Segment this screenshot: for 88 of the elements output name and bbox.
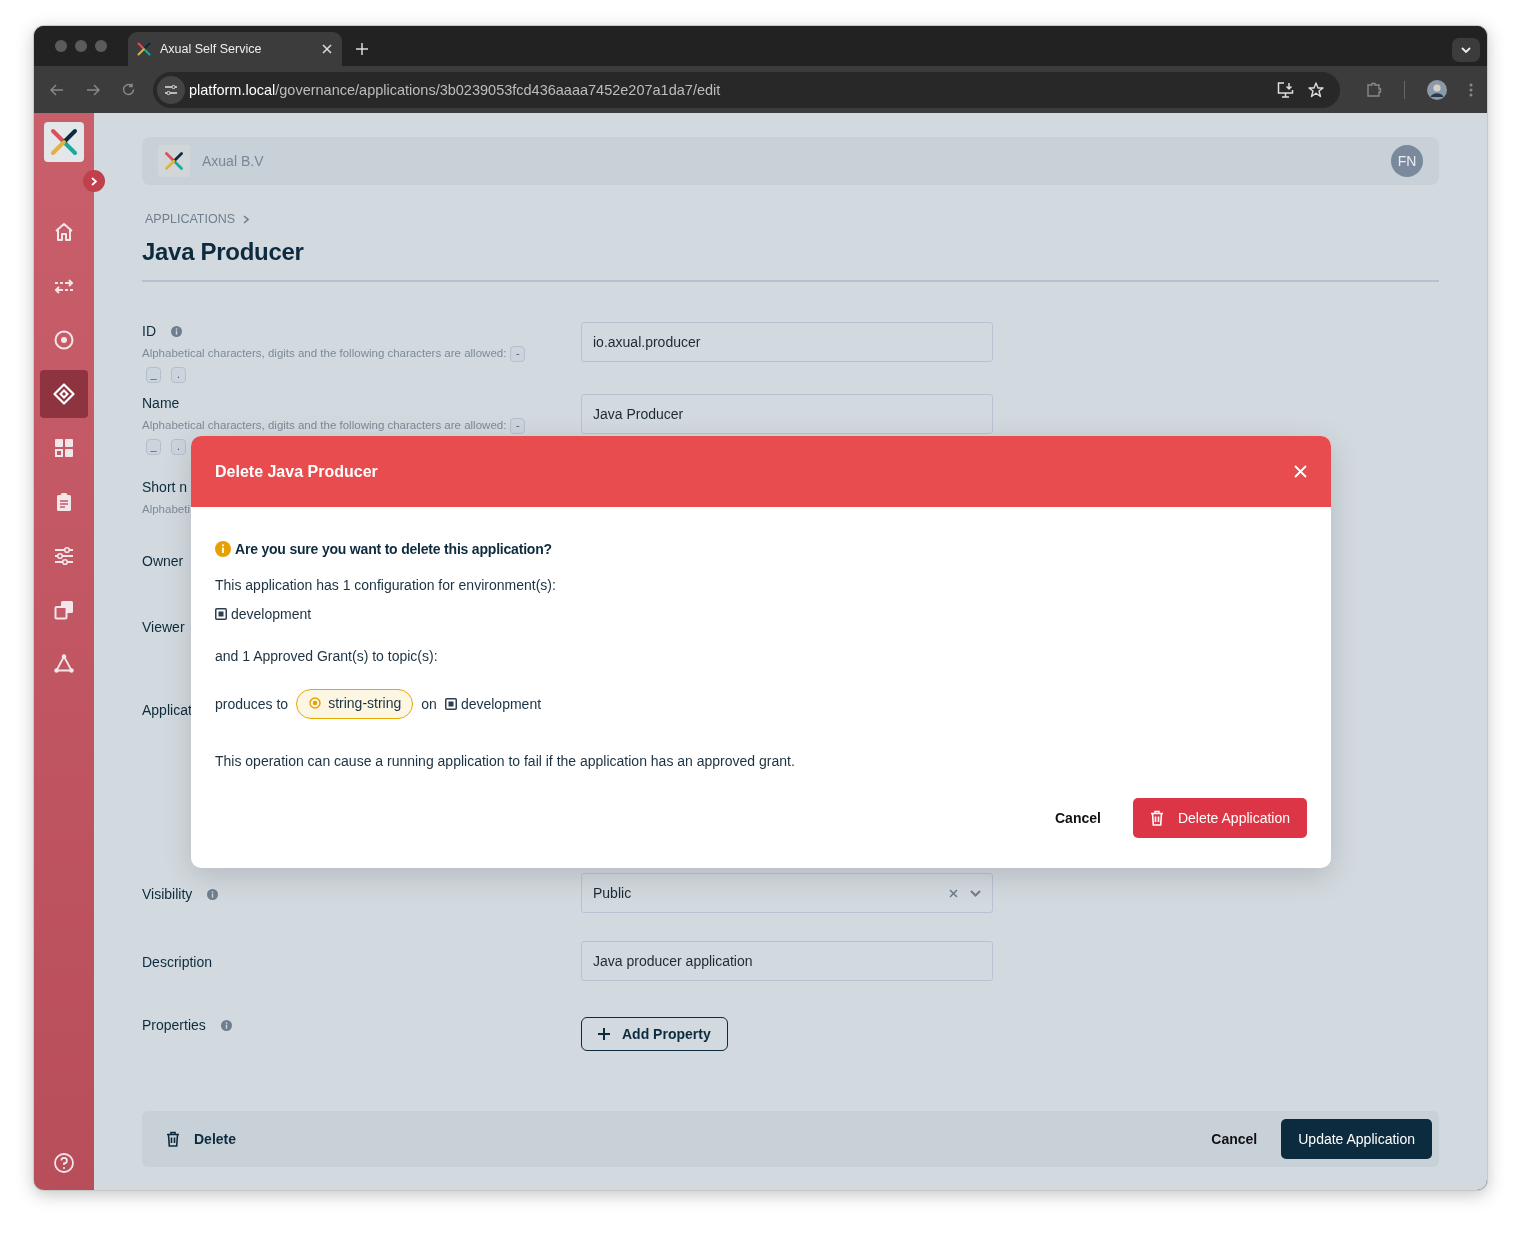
diamond-icon (53, 383, 75, 405)
address-bar[interactable]: platform.local/governance/applications/3b0239053fcd436aaaa7452e207a1da7/edit (153, 71, 1340, 108)
dialog-question: Are you sure you want to delete this application? (235, 541, 552, 557)
field-label: Properties (142, 1017, 206, 1033)
select-value: Public (593, 885, 632, 901)
cancel-button[interactable]: Cancel (1055, 802, 1101, 834)
field-label: Description (142, 954, 213, 970)
cancel-button[interactable]: Cancel (1211, 1123, 1258, 1155)
grant-text: produces to (215, 696, 289, 712)
app-logo[interactable] (44, 122, 84, 162)
hint-text: Alphabetical characters, digits and the following characters are allowed: (142, 419, 507, 431)
site-info-button[interactable] (157, 75, 185, 104)
hint-text: Alphabetical characters, digits and the following characters are allowed: (142, 347, 507, 359)
delete-button[interactable]: Delete (166, 1123, 237, 1155)
field-label: Applicat (142, 702, 192, 718)
chevron-down-icon (1461, 47, 1471, 53)
chevron-down-icon[interactable] (970, 889, 981, 897)
topic-name: string-string (328, 695, 402, 711)
character-chip: _ (146, 366, 161, 383)
chevron-right-icon (91, 176, 97, 186)
home-icon (53, 221, 75, 243)
plus-icon (598, 1028, 610, 1040)
window-control-icon[interactable] (55, 40, 67, 52)
field-label: Viewer (142, 619, 185, 635)
app-logo-icon (136, 41, 152, 57)
page-title: Java Producer (142, 238, 305, 266)
organization-name: Axual B.V (202, 153, 264, 169)
app-logo-icon (48, 126, 80, 158)
copy-icon (53, 599, 75, 621)
character-chip: _ (146, 438, 161, 455)
target-icon (53, 329, 75, 351)
text-field[interactable]: Java producer application (581, 941, 993, 981)
window-control-icon[interactable] (75, 40, 87, 52)
forward-icon[interactable] (86, 83, 100, 96)
add-property-button[interactable]: Add Property (581, 1017, 728, 1051)
tab-list-button[interactable] (1452, 38, 1480, 62)
url-text: platform.local/governance/applications/3b0239053fcd436aaaa7452e207a1da7/edit (189, 81, 721, 98)
install-icon[interactable] (1277, 81, 1294, 98)
sliders-icon (53, 545, 75, 567)
trash-icon (1149, 810, 1164, 826)
tab-title: Axual Self Service (160, 42, 263, 56)
character-chip: - (510, 417, 526, 434)
hint-text: Alphabeti (142, 503, 190, 515)
trash-icon (166, 1131, 180, 1147)
network-icon (53, 653, 75, 675)
environment-icon (215, 608, 227, 620)
back-icon[interactable] (50, 83, 64, 96)
profile-avatar-icon[interactable] (1427, 79, 1447, 100)
help-button[interactable] (52, 1151, 76, 1175)
field-label: Short n (142, 479, 188, 495)
dialog-title: Delete Java Producer (215, 462, 378, 481)
browser-tab[interactable]: Axual Self Service (128, 32, 342, 66)
sidebar-item[interactable] (40, 370, 88, 418)
dialog-text: This application has 1 configuration for environment(s): (215, 576, 557, 594)
chevron-right-icon (243, 214, 250, 224)
field-label: Owner (142, 553, 184, 569)
field-label: ID (142, 323, 156, 339)
info-icon (215, 541, 231, 557)
update-button[interactable]: Update Application (1281, 1119, 1432, 1159)
extensions-icon[interactable] (1366, 81, 1382, 98)
grid-icon (53, 437, 75, 459)
select-field[interactable]: Public (581, 873, 993, 913)
environment-name: development (231, 606, 312, 622)
window-control-icon[interactable] (95, 40, 107, 52)
topic-tag[interactable]: string-string (296, 689, 414, 719)
help-icon (53, 1152, 75, 1174)
topic-icon (309, 697, 322, 709)
field-label: Name (142, 395, 180, 411)
reload-icon[interactable] (122, 83, 135, 96)
environment-icon (444, 698, 457, 710)
environment-name: development (460, 696, 542, 712)
character-chip: . (171, 438, 186, 455)
text-field[interactable]: io.axual.producer (581, 322, 993, 362)
sliders-icon (164, 83, 178, 96)
grant-text: on (421, 696, 437, 712)
character-chip: - (510, 345, 526, 362)
dialog-text: and 1 Approved Grant(s) to topic(s): (215, 647, 439, 665)
close-icon[interactable] (322, 44, 332, 54)
new-tab-icon[interactable] (356, 43, 368, 55)
star-icon[interactable] (1308, 81, 1324, 98)
warning-text: This operation can cause a running application to fail if the application has an approved grant. (215, 752, 796, 770)
field-label: Visibility (142, 886, 193, 902)
more-menu-icon[interactable] (1469, 82, 1473, 97)
text-field[interactable]: Java Producer (581, 394, 993, 434)
expand-button[interactable] (83, 170, 105, 192)
character-chip: . (171, 366, 186, 383)
delete-application-button[interactable]: Delete Application (1132, 798, 1307, 838)
clear-icon[interactable] (949, 888, 958, 898)
